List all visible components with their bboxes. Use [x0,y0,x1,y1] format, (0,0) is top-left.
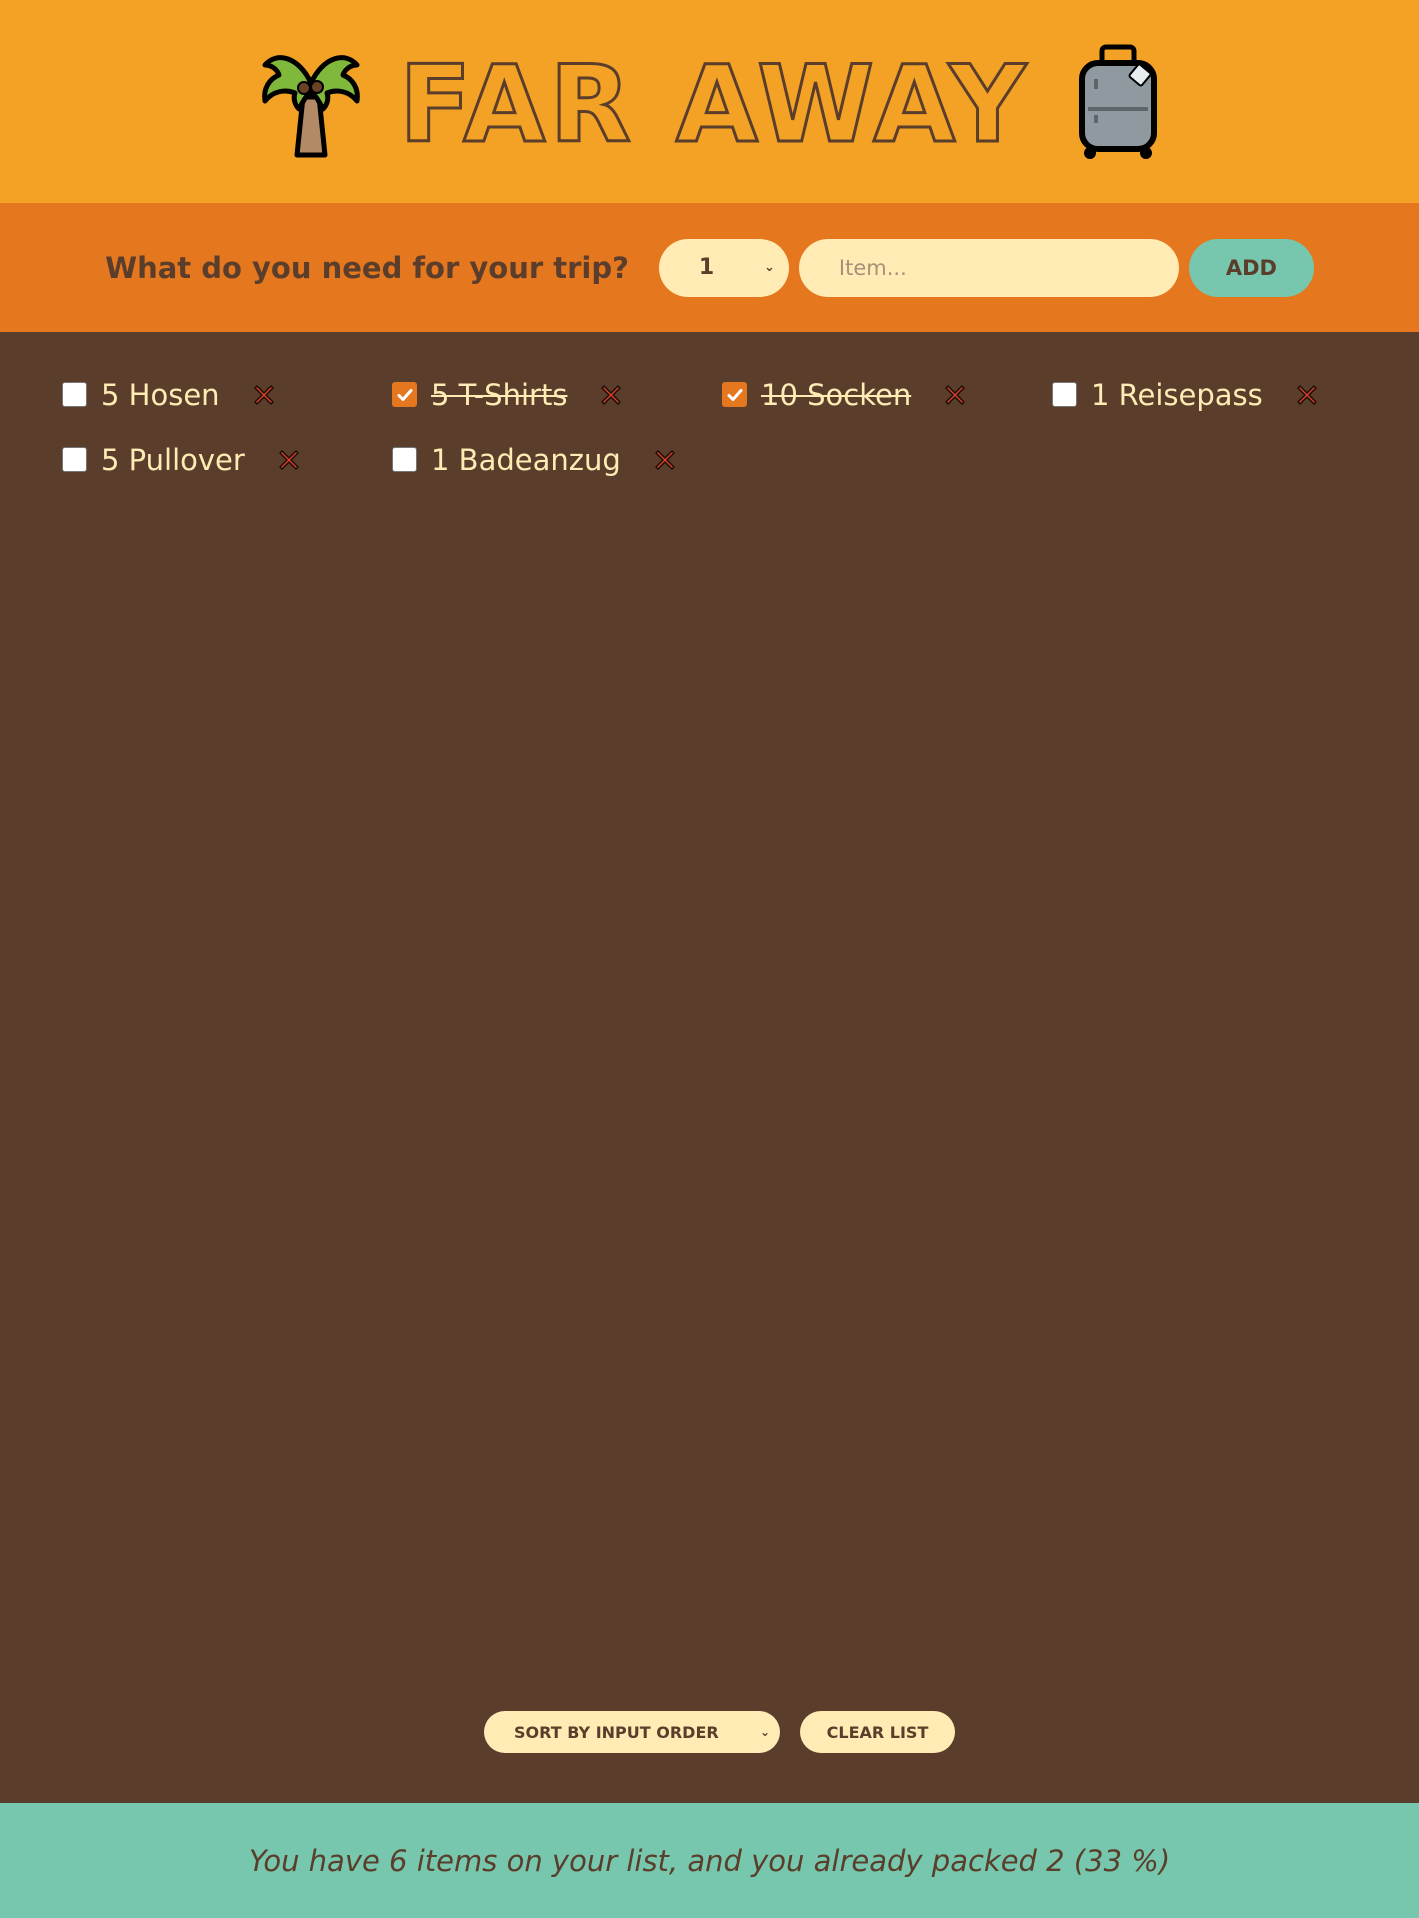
sort-value: SORT BY INPUT ORDER [514,1722,719,1742]
list-item: 5 Hosen [62,375,392,414]
logo: FAR AWAY [259,43,1170,161]
quantity-select[interactable]: 1 ⌄ [658,238,789,297]
packed-checkbox[interactable] [392,382,417,407]
delete-button[interactable] [275,446,303,474]
clear-list-button[interactable]: CLEAR LIST [800,1711,955,1753]
stats-footer: You have 6 items on your list, and you a… [0,1803,1419,1918]
add-item-form: What do you need for your trip? 1 ⌄ ADD [0,203,1419,332]
packed-checkbox[interactable] [62,382,87,407]
app-header: FAR AWAY [0,0,1419,203]
list-item: 1 Reisepass [1052,375,1382,414]
form-question: What do you need for your trip? [105,250,629,285]
list-item: 5 Pullover [62,440,392,479]
close-icon [1297,384,1317,405]
item-label: 5 T-Shirts [431,377,568,412]
delete-button[interactable] [941,381,969,409]
packed-checkbox[interactable] [722,382,747,407]
app-title-text: FAR AWAY [398,42,1030,166]
packed-checkbox[interactable] [1052,382,1077,407]
item-input[interactable] [798,238,1179,297]
delete-button[interactable] [597,381,625,409]
luggage-icon [1078,44,1157,159]
delete-button[interactable] [1293,381,1321,409]
item-label: 1 Badeanzug [431,442,621,477]
list-item: 10 Socken [722,375,1052,414]
close-icon [945,384,965,405]
item-label: 10 Socken [761,377,912,412]
packing-list: 5 Hosen 5 T-Shirts 10 Socken 1 Reisepass… [62,375,1382,479]
chevron-down-icon: ⌄ [759,1725,770,1739]
close-icon [601,384,622,405]
item-label: 5 Pullover [101,442,245,477]
close-icon [253,384,274,405]
list-item: 1 Badeanzug [392,440,722,479]
delete-button[interactable] [651,446,679,474]
app-title: FAR AWAY [398,46,1030,159]
packed-checkbox[interactable] [62,447,87,472]
stats-text: You have 6 items on your list, and you a… [248,1843,1171,1878]
sort-select[interactable]: SORT BY INPUT ORDER ⌄ [484,1711,780,1753]
palm-tree-icon [262,54,360,157]
chevron-down-icon: ⌄ [764,260,775,275]
list-item: 5 T-Shirts [392,375,722,414]
close-icon [655,449,675,470]
checkmark-icon [727,388,742,401]
packed-checkbox[interactable] [392,447,417,472]
item-label: 1 Reisepass [1091,377,1263,412]
list-actions: SORT BY INPUT ORDER ⌄ CLEAR LIST [0,1711,1419,1753]
item-label: 5 Hosen [101,377,220,412]
add-button[interactable]: ADD [1188,238,1314,297]
delete-button[interactable] [250,381,278,409]
quantity-value: 1 [698,255,715,280]
checkmark-icon [397,388,412,401]
close-icon [279,449,299,470]
